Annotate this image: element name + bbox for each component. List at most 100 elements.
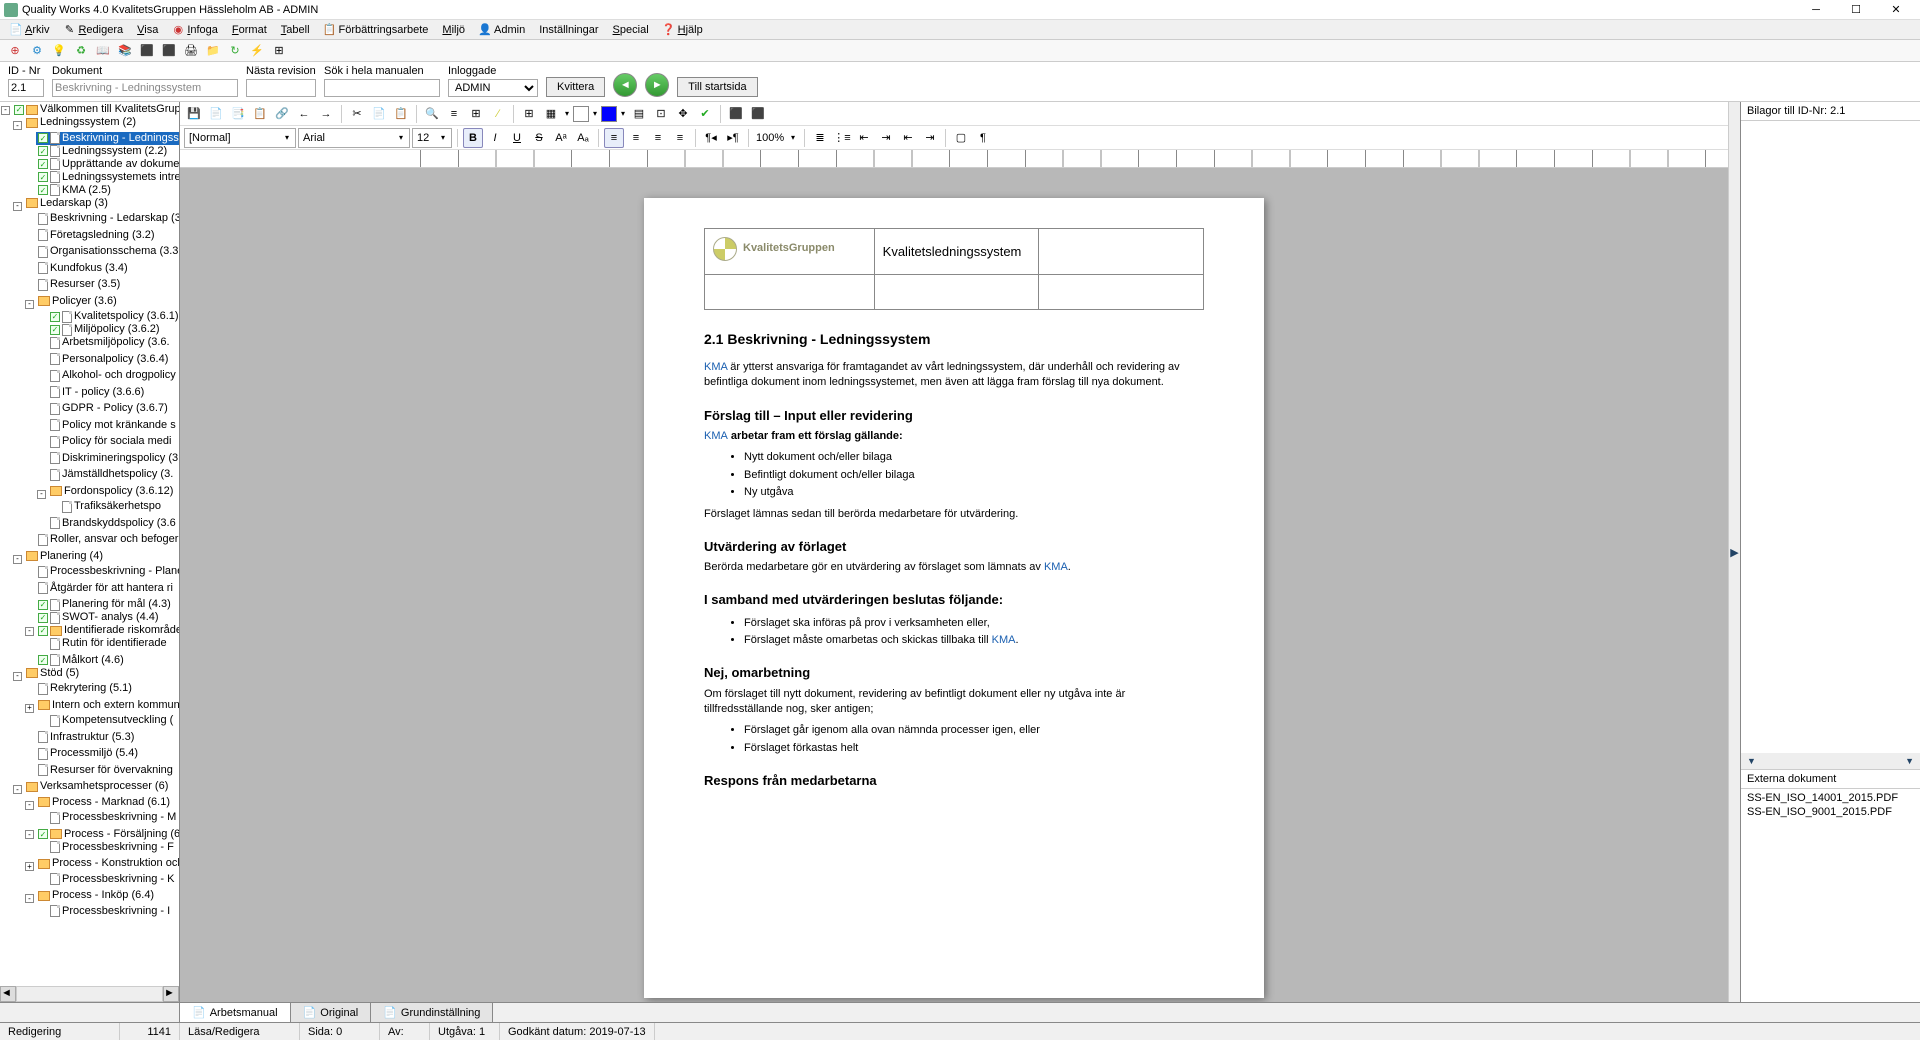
tree-node[interactable]: Ledarskap (3) (24, 197, 110, 210)
tree-node[interactable]: ✓Målkort (4.6) (36, 654, 126, 667)
tree-node[interactable]: Processbeskrivning - K (48, 873, 177, 886)
tree-expander[interactable]: - (13, 202, 22, 211)
list-icon[interactable]: ≡ (444, 104, 464, 124)
indent2-button[interactable]: ⇤ (898, 128, 918, 148)
tree-node[interactable]: Brandskyddspolicy (3.6 (48, 517, 178, 530)
editor-viewport[interactable]: KvalitetsGruppen Kvalitetsledningssystem… (180, 168, 1728, 1002)
tree-node[interactable]: Verksamhetsprocesser (6) (24, 780, 170, 793)
btn-a3[interactable]: 📑 (228, 104, 248, 124)
toolbar-btn-4[interactable]: ♻ (72, 42, 90, 60)
ruler[interactable] (180, 150, 1728, 168)
tree-node[interactable]: ✓Kvalitetspolicy (3.6.1) (48, 310, 179, 323)
sub-button[interactable]: Aₐ (573, 128, 593, 148)
paste-icon[interactable]: 📋 (391, 104, 411, 124)
tree-expander[interactable]: - (25, 300, 34, 309)
toolbar-btn-6[interactable]: 📚 (116, 42, 134, 60)
btn-a6[interactable]: ← (294, 104, 314, 124)
check-icon[interactable]: ✔ (695, 104, 715, 124)
tree-node[interactable]: Rekrytering (5.1) (36, 682, 134, 695)
logged-select[interactable]: ADMIN (448, 79, 538, 97)
attachments-list[interactable] (1741, 121, 1920, 753)
tree-expander[interactable]: + (25, 862, 34, 871)
numlist-button[interactable]: ≣ (810, 128, 830, 148)
tree-expander[interactable]: - (13, 121, 22, 130)
size-select[interactable]: 12▾ (412, 128, 452, 148)
close-button[interactable]: ✕ (1876, 0, 1916, 20)
ltr-button[interactable]: ¶◂ (701, 128, 721, 148)
maximize-button[interactable]: ☐ (1836, 0, 1876, 20)
menu-redigera[interactable]: ✎Redigera (57, 22, 129, 38)
tree-node[interactable]: ✓Planering för mål (4.3) (36, 598, 173, 611)
border-dd[interactable]: ▾ (563, 109, 571, 118)
indent3-button[interactable]: ⇥ (920, 128, 940, 148)
save-icon[interactable]: 💾 (184, 104, 204, 124)
tab-grund[interactable]: 📄Grundinställning (371, 1003, 493, 1022)
menu-forbattring[interactable]: 📋Förbättringsarbete (318, 22, 435, 38)
tree-node[interactable]: ✓Process - Försäljning (6.2) (36, 828, 179, 841)
btn-a4[interactable]: 📋 (250, 104, 270, 124)
home-button[interactable]: Till startsida (677, 77, 757, 97)
menu-infoga[interactable]: ◉Infoga (166, 22, 224, 38)
tab-arbetsmanual[interactable]: 📄Arbetsmanual (180, 1003, 291, 1022)
tree-expander[interactable]: - (25, 801, 34, 810)
toolbar-btn-13[interactable]: ⊞ (270, 42, 288, 60)
super-button[interactable]: Aᵃ (551, 128, 571, 148)
btn-c2[interactable]: ⬛ (748, 104, 768, 124)
tree-node[interactable]: IT - policy (3.6.6) (48, 386, 146, 399)
kma-link-3[interactable]: KMA (1044, 561, 1068, 573)
toolbar-btn-7[interactable]: ⬛ (138, 42, 156, 60)
menu-tabell[interactable]: Tabell (275, 22, 316, 38)
tree-node[interactable]: Alkohol- och drogpolicy (48, 369, 178, 382)
tree-node[interactable]: ✓Identifierade riskområden (36, 624, 179, 637)
id-input[interactable] (8, 79, 44, 97)
tree-node[interactable]: ✓Ledningssystemets intress (36, 171, 179, 184)
tree-node[interactable]: Stöd (5) (24, 667, 81, 680)
extdoc-item[interactable]: SS-EN_ISO_14001_2015.PDF (1743, 791, 1918, 805)
toolbar-btn-2[interactable]: ⚙ (28, 42, 46, 60)
style-select[interactable]: [Normal]▾ (184, 128, 296, 148)
tree-node[interactable]: Processbeskrivning - M (48, 811, 178, 824)
tree-node[interactable]: Policyer (3.6) (36, 295, 119, 308)
toolbar-btn-3[interactable]: 💡 (50, 42, 68, 60)
borders-icon[interactable]: ▦ (541, 104, 561, 124)
tree-node[interactable]: Processbeskrivning - Plane (36, 565, 179, 578)
doc-input[interactable] (52, 79, 238, 97)
menu-miljo[interactable]: Miljö (436, 22, 471, 38)
kma-link[interactable]: KMA (704, 361, 727, 373)
toolbar-btn-1[interactable]: ⊕ (6, 42, 24, 60)
tree-node[interactable]: ✓Ledningssystem (2.2) (36, 145, 169, 158)
menu-installningar[interactable]: Inställningar (533, 22, 604, 38)
outdent-button[interactable]: ⇤ (854, 128, 874, 148)
document-tree[interactable]: -✓Välkommen till KvalitetsGruppe-Ledning… (0, 102, 179, 986)
nextrev-input[interactable] (246, 79, 316, 97)
tree-expander[interactable]: - (13, 785, 22, 794)
align-justify-button[interactable]: ≡ (670, 128, 690, 148)
move-icon[interactable]: ✥ (673, 104, 693, 124)
attachments-collapse-bar[interactable]: ▼▼ (1741, 753, 1920, 770)
toolbar-btn-5[interactable]: 📖 (94, 42, 112, 60)
fg-dd[interactable]: ▾ (619, 109, 627, 118)
zoom-select[interactable]: 100%▾ (754, 128, 799, 148)
tree-node[interactable]: ✓Miljöpolicy (3.6.2) (48, 323, 162, 336)
tree-node[interactable]: Resurser (3.5) (36, 278, 122, 291)
tree-node[interactable]: Processbeskrivning - I (48, 905, 172, 918)
right-panel-toggle[interactable]: ▶ (1728, 102, 1740, 1002)
bg-color-swatch[interactable] (573, 106, 589, 122)
tree-node[interactable]: Arbetsmiljöpolicy (3.6. (48, 336, 172, 349)
tree-node[interactable]: Beskrivning - Ledarskap (3 (36, 212, 179, 225)
outline-icon[interactable]: ⊞ (466, 104, 486, 124)
nav-forward-button[interactable]: ► (645, 73, 669, 97)
bullist-button[interactable]: ⋮≡ (832, 128, 852, 148)
menu-format[interactable]: Format (226, 22, 273, 38)
tree-node[interactable]: Roller, ansvar och befoger (36, 533, 179, 546)
kma-link-4[interactable]: KMA (992, 634, 1016, 646)
font-select[interactable]: Arial▾ (298, 128, 410, 148)
italic-button[interactable]: I (485, 128, 505, 148)
tree-expander[interactable]: - (25, 830, 34, 839)
tree-node[interactable]: GDPR - Policy (3.6.7) (48, 402, 170, 415)
kvittera-button[interactable]: Kvittera (546, 77, 605, 97)
tree-expander[interactable]: - (25, 894, 34, 903)
btn-a2[interactable]: 📄 (206, 104, 226, 124)
menu-arkiv[interactable]: 📄Arkiv (4, 22, 55, 38)
bg-dd[interactable]: ▾ (591, 109, 599, 118)
